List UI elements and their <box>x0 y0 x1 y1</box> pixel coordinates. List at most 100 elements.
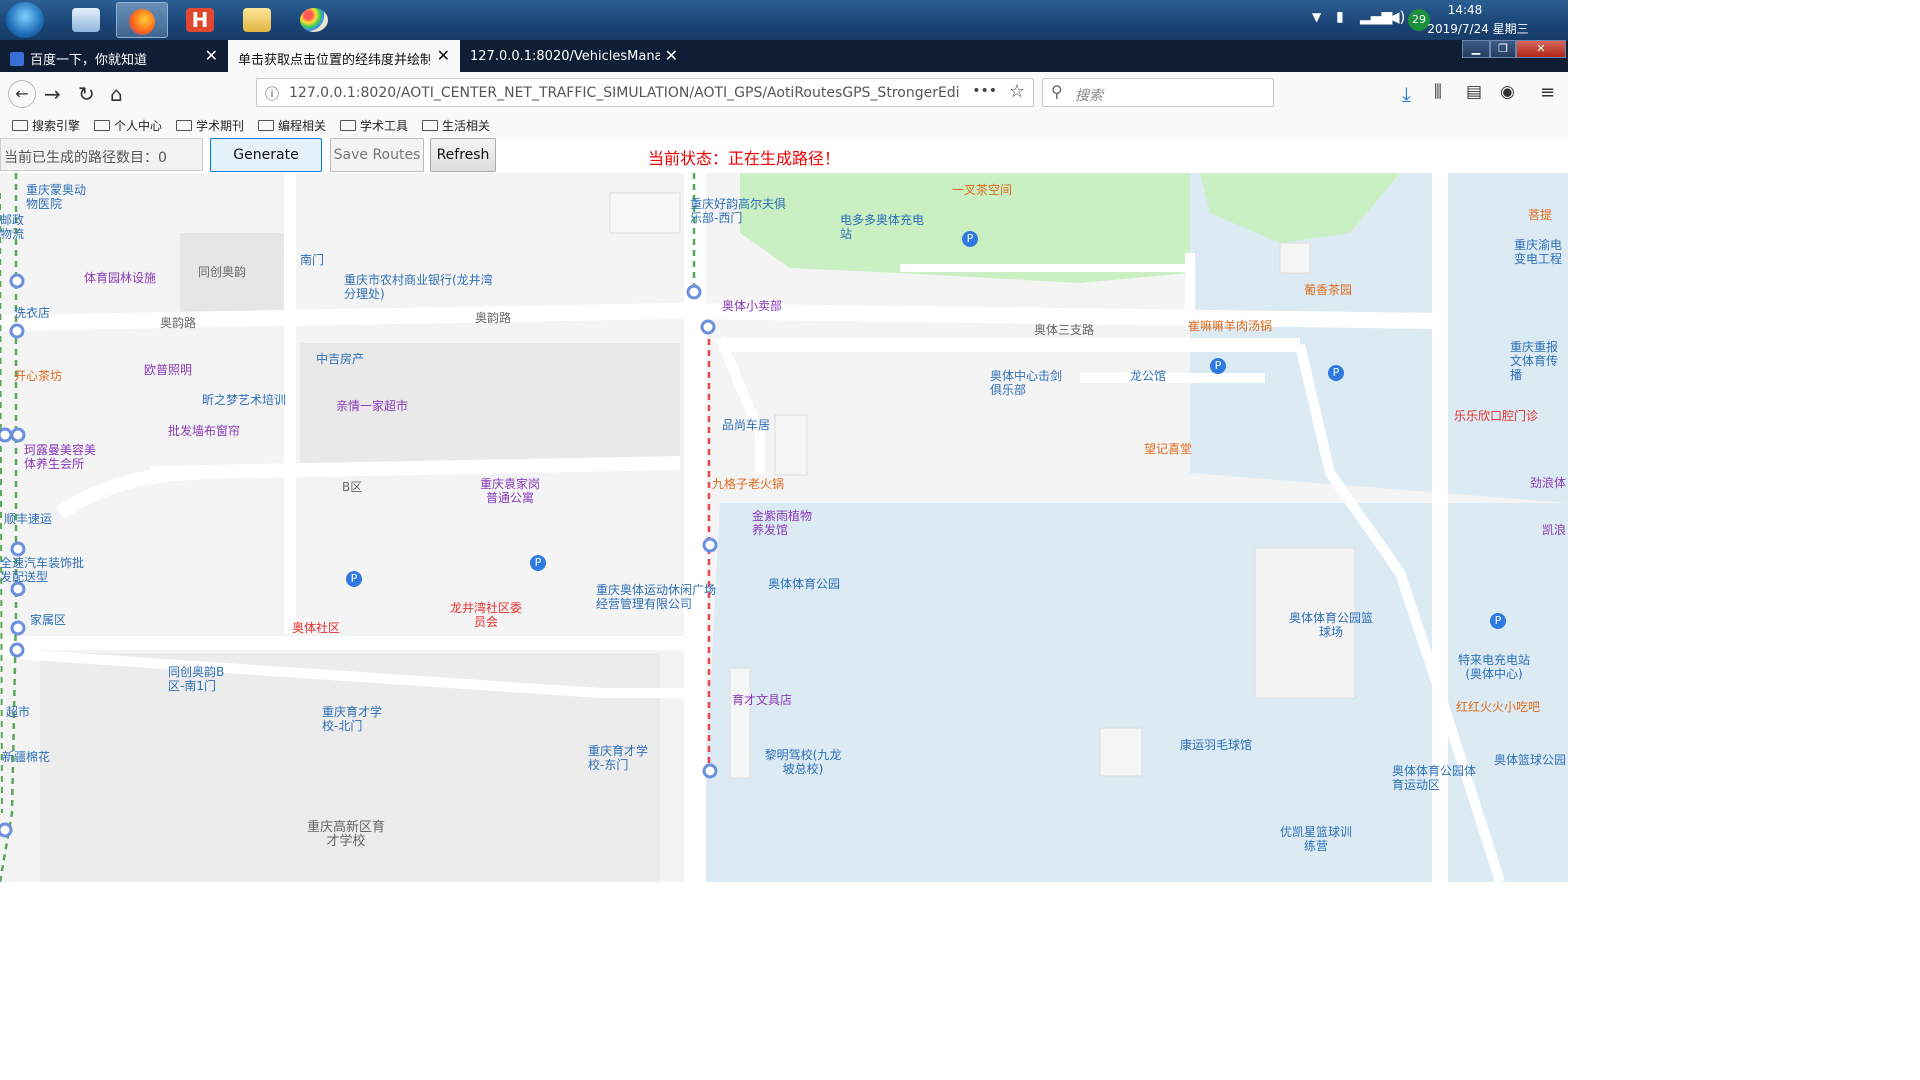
poi-label[interactable]: 一叉茶空间 <box>952 183 1012 197</box>
poi-label[interactable]: 珂露曼美容美体养生会所 <box>24 443 104 471</box>
poi-label[interactable]: 奥体体育公园篮球场 <box>1288 611 1374 639</box>
poi-label[interactable]: 重庆好韵高尔夫俱乐部-西门 <box>690 197 790 225</box>
poi-label[interactable]: 亲情一家超市 <box>336 399 408 413</box>
poi-label[interactable]: 优凯星篮球训练营 <box>1280 825 1352 853</box>
tab-map-click[interactable]: 单击获取点击位置的经纬度并绘制 ✕ <box>228 40 460 72</box>
tab-baidu[interactable]: 百度一下，你就知道 ✕ <box>0 40 228 72</box>
poi-label[interactable]: 重庆育才学校-北门 <box>322 705 382 733</box>
poi-label[interactable]: 望记喜堂 <box>1144 442 1192 456</box>
info-icon[interactable]: ⓘ <box>265 84 279 104</box>
poi-label[interactable]: 电多多奥体充电站 <box>840 213 924 241</box>
maximize-button[interactable]: ❐ <box>1490 40 1516 58</box>
poi-label[interactable]: 重庆育才学校-东门 <box>588 744 650 772</box>
poi-label[interactable]: 顺丰速运 <box>4 512 52 526</box>
parking-icon[interactable]: P <box>1328 365 1344 381</box>
poi-label[interactable]: 龙井湾社区委员会 <box>450 601 522 629</box>
map-canvas[interactable]: 奥韵路 奥韵路 奥体三支路 B区 同创奥韵 重庆蒙奥动物医院 南门 重庆市农村商… <box>0 173 1568 882</box>
bookmark-folder-tools[interactable]: 学术工具 <box>340 117 408 134</box>
poi-label[interactable]: 批发墙布窗帘 <box>168 424 240 438</box>
tab-vehicles-manager[interactable]: 127.0.0.1:8020/VehiclesManager ✕ <box>460 40 688 72</box>
volume-icon[interactable]: ◀) <box>1388 8 1405 26</box>
poi-label[interactable]: 黎明驾校(九龙坡总校) <box>762 748 844 776</box>
bookmark-folder-search[interactable]: 搜索引擎 <box>12 117 80 134</box>
poi-label[interactable]: 奥体社区 <box>292 621 340 635</box>
poi-label[interactable]: 品尚车居 <box>722 418 770 432</box>
poi-label[interactable]: 特来电充电站(奥体中心) <box>1452 653 1536 681</box>
poi-label[interactable]: 金紫雨植物养发馆 <box>752 509 822 537</box>
start-button[interactable] <box>6 2 44 38</box>
taskbar-app-explorer[interactable] <box>231 2 283 38</box>
search-bar[interactable]: ⚲ 搜索 <box>1042 78 1274 107</box>
menu-icon[interactable]: ≡ <box>1540 82 1555 103</box>
poi-label[interactable]: 超市 <box>6 705 30 719</box>
url-bar[interactable]: ⓘ 127.0.0.1:8020/AOTI_CENTER_NET_TRAFFIC… <box>256 78 1034 107</box>
sidebar-icon[interactable]: ▤ <box>1466 82 1482 102</box>
poi-label[interactable]: 奥体小卖部 <box>722 299 782 313</box>
close-icon[interactable]: ✕ <box>205 46 218 65</box>
poi-label[interactable]: 菩提 <box>1528 208 1552 222</box>
poi-label[interactable]: 凯浪 <box>1542 523 1566 537</box>
taskbar-app-hbuilder[interactable]: H <box>174 2 226 38</box>
poi-label[interactable]: 邮政物流 <box>0 213 28 241</box>
poi-label[interactable]: 龙公馆 <box>1130 369 1166 383</box>
poi-label[interactable]: 新疆棉花 <box>2 750 50 764</box>
poi-label[interactable]: 劲浪体 <box>1530 476 1566 490</box>
save-routes-button[interactable]: Save Routes <box>330 138 424 172</box>
close-icon[interactable]: ✕ <box>437 46 450 65</box>
home-icon[interactable]: ⌂ <box>110 82 123 106</box>
poi-label[interactable]: 重庆蒙奥动物医院 <box>26 183 96 211</box>
bookmark-star-icon[interactable]: ☆ <box>1009 81 1025 102</box>
tray-device-icon[interactable]: ▮ <box>1336 9 1344 25</box>
minimize-button[interactable]: ▁ <box>1462 40 1490 58</box>
poi-label[interactable]: 康运羽毛球馆 <box>1180 738 1252 752</box>
poi-label[interactable]: 全速汽车装饰批发配送型 <box>0 556 90 584</box>
route-count-field[interactable]: 当前已生成的路径数目：0 <box>0 138 203 171</box>
close-window-button[interactable]: ✕ <box>1516 40 1566 58</box>
back-arrow-icon[interactable]: ← <box>8 80 36 108</box>
clock-date[interactable]: 2019/7/24 星期三 <box>1408 20 1548 37</box>
poi-label[interactable]: 葡香茶园 <box>1304 283 1352 297</box>
poi-label[interactable]: 奥体体育公园体育运动区 <box>1392 764 1476 792</box>
poi-label[interactable]: 乐乐欣口腔门诊 <box>1454 409 1538 423</box>
clock-time[interactable]: 14:48 <box>1410 3 1520 17</box>
bookmark-folder-programming[interactable]: 编程相关 <box>258 117 326 134</box>
parking-icon[interactable]: P <box>1210 358 1226 374</box>
poi-label[interactable]: 欧普照明 <box>144 363 192 377</box>
bookmark-folder-journals[interactable]: 学术期刊 <box>176 117 244 134</box>
refresh-button[interactable]: Refresh <box>430 138 496 172</box>
forward-arrow-icon[interactable]: → <box>44 82 61 106</box>
poi-label[interactable]: 重庆袁家岗普通公寓 <box>476 477 544 505</box>
library-icon[interactable]: ⫼ <box>1434 82 1442 102</box>
page-actions-menu-icon[interactable]: ••• <box>972 83 997 99</box>
close-icon[interactable]: ✕ <box>665 46 678 65</box>
poi-label[interactable]: 重庆奥体运动休闲广场经营管理有限公司 <box>596 583 720 611</box>
taskbar-app-paint[interactable] <box>288 2 340 38</box>
poi-label[interactable]: 奥体篮球公园 <box>1494 753 1566 767</box>
poi-label[interactable]: 重庆渝电变电工程 <box>1514 238 1568 266</box>
poi-label[interactable]: 崔嘛嘛羊肉汤锅 <box>1188 319 1272 333</box>
parking-icon[interactable]: P <box>530 555 546 571</box>
poi-label[interactable]: 体育园林设施 <box>84 271 156 285</box>
tray-expand-icon[interactable]: ▼ <box>1312 10 1321 24</box>
download-icon[interactable]: ⤓ <box>1402 82 1411 106</box>
parking-icon[interactable]: P <box>962 231 978 247</box>
poi-label[interactable]: 育才文具店 <box>732 693 792 707</box>
url-text[interactable]: 127.0.0.1:8020/AOTI_CENTER_NET_TRAFFIC_S… <box>289 85 979 101</box>
bookmark-folder-life[interactable]: 生活相关 <box>422 117 490 134</box>
poi-label[interactable]: 洗衣店 <box>14 306 50 320</box>
parking-icon[interactable]: P <box>346 571 362 587</box>
poi-label[interactable]: 南门 <box>300 253 324 267</box>
poi-label[interactable]: 同创奥韵B区-南1门 <box>168 665 234 693</box>
poi-label[interactable]: 重庆市农村商业银行(龙井湾分理处) <box>344 273 494 301</box>
poi-label[interactable]: 红红火火小吃吧 <box>1456 700 1540 714</box>
generate-route-button[interactable]: Generate Route <box>210 138 322 195</box>
poi-label[interactable]: 家属区 <box>30 613 66 627</box>
account-icon[interactable]: ◉ <box>1500 82 1515 102</box>
taskbar-app-firefox[interactable] <box>116 2 168 38</box>
parking-icon[interactable]: P <box>1490 613 1506 629</box>
reload-icon[interactable]: ↻ <box>78 82 95 106</box>
bookmark-folder-personal[interactable]: 个人中心 <box>94 117 162 134</box>
poi-label[interactable]: 重庆重报文体育传播 <box>1510 340 1568 382</box>
poi-label[interactable]: 奥体体育公园 <box>768 577 840 591</box>
poi-label[interactable]: 九格子老火锅 <box>712 477 784 491</box>
